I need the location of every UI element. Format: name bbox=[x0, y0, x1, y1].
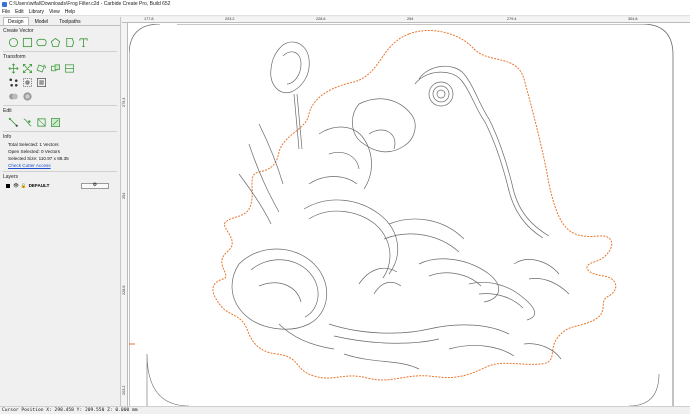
window-title: C:\Users\wifal\Downloads\Frog Filter.c2d… bbox=[9, 1, 171, 7]
design-canvas[interactable] bbox=[129, 24, 690, 406]
check-cutter-access-link[interactable]: Check Cutter Access bbox=[0, 162, 120, 169]
menu-edit[interactable]: Edit bbox=[15, 9, 24, 15]
move-tool-icon[interactable] bbox=[7, 62, 19, 74]
ruler-tick: 177.8 bbox=[144, 17, 154, 21]
trim-tool-icon[interactable] bbox=[21, 116, 33, 128]
status-bar: Cursor Position X: 298.458 Y: 209.550 Z:… bbox=[0, 406, 690, 414]
ruler-left: 279.4 254 228.6 203.2 bbox=[122, 23, 128, 406]
divider bbox=[3, 171, 117, 172]
layer-settings-button[interactable]: ⚙ bbox=[81, 182, 109, 189]
tab-design[interactable]: Design bbox=[3, 17, 29, 25]
panel-tabs: Design Model Toolpaths bbox=[0, 17, 120, 26]
layer-color-swatch[interactable] bbox=[6, 183, 10, 188]
ruler-top: 177.8 203.2 228.6 254 279.4 304.8 bbox=[122, 17, 690, 23]
ruler-tick: 228.6 bbox=[316, 17, 326, 21]
polyline-tool-icon[interactable] bbox=[63, 36, 75, 48]
menu-file[interactable]: File bbox=[2, 9, 10, 15]
layer-row-default[interactable]: 👁 🔒 DEFAULT ⚙ bbox=[0, 181, 120, 190]
design-workspace[interactable]: 177.8 203.2 228.6 254 279.4 304.8 279.4 … bbox=[122, 17, 690, 406]
lock-icon[interactable]: 🔒 bbox=[21, 183, 27, 189]
ruler-tick: 228.6 bbox=[122, 285, 126, 295]
menu-bar: File Edit Library View Help bbox=[0, 8, 690, 16]
align-tool-icon[interactable] bbox=[63, 62, 75, 74]
polygon-tool-icon[interactable] bbox=[49, 36, 61, 48]
mirror-tool-icon[interactable] bbox=[49, 62, 61, 74]
tab-model[interactable]: Model bbox=[30, 17, 54, 25]
info-selected-size: Selected Size: 110.97 x 88.35 bbox=[8, 156, 69, 161]
stock-boundary bbox=[129, 24, 674, 406]
title-bar: C:\Users\wifal\Downloads\Frog Filter.c2d… bbox=[0, 0, 690, 8]
section-edit: Edit bbox=[3, 108, 12, 114]
scale-tool-icon[interactable] bbox=[21, 62, 33, 74]
text-tool-icon[interactable] bbox=[77, 36, 89, 48]
divider bbox=[3, 51, 117, 52]
selected-outline-vector[interactable] bbox=[212, 30, 617, 381]
divider bbox=[3, 105, 117, 106]
ellipse-tool-icon[interactable] bbox=[35, 36, 47, 48]
menu-view[interactable]: View bbox=[49, 9, 60, 15]
app-icon bbox=[2, 1, 7, 7]
eye-icon[interactable]: 👁 bbox=[13, 183, 19, 189]
stock-boundary-bottom bbox=[146, 353, 660, 406]
fillet-tool-icon[interactable] bbox=[49, 116, 61, 128]
group-tool-icon[interactable] bbox=[21, 76, 33, 88]
cursor-position: Cursor Position X: 298.458 Y: 209.550 Z:… bbox=[2, 408, 138, 413]
ruler-tick: 279.4 bbox=[122, 97, 126, 107]
section-info: Info bbox=[3, 134, 12, 140]
edit-tools bbox=[0, 115, 120, 129]
rectangle-tool-icon[interactable] bbox=[21, 36, 33, 48]
rotate-tool-icon[interactable] bbox=[35, 62, 47, 74]
section-transform: Transform bbox=[3, 54, 26, 60]
tab-toolpaths[interactable]: Toolpaths bbox=[54, 17, 85, 25]
ungroup-tool-icon[interactable] bbox=[35, 76, 47, 88]
offset-tool-icon[interactable] bbox=[21, 90, 33, 102]
circle-tool-icon[interactable] bbox=[7, 36, 19, 48]
ruler-tick: 304.8 bbox=[628, 17, 638, 21]
divider bbox=[3, 131, 117, 132]
frog-vector-art[interactable] bbox=[231, 41, 570, 370]
section-layers: Layers bbox=[3, 174, 19, 180]
info-total-selected: Total Selected: 1 Vectors bbox=[8, 142, 59, 147]
ruler-tick: 254 bbox=[407, 17, 414, 21]
join-tool-icon[interactable] bbox=[35, 116, 47, 128]
menu-library[interactable]: Library bbox=[29, 9, 44, 15]
transform-tools-row-1 bbox=[0, 61, 120, 75]
menu-help[interactable]: Help bbox=[65, 9, 75, 15]
transform-tools-row-2 bbox=[0, 75, 120, 89]
gear-icon: ⚙ bbox=[92, 182, 98, 188]
ruler-tick: 203.2 bbox=[122, 385, 126, 395]
app-window: C:\Users\wifal\Downloads\Frog Filter.c2d… bbox=[0, 0, 690, 414]
ruler-tick: 254 bbox=[122, 192, 126, 199]
weld-tool-icon[interactable] bbox=[7, 90, 19, 102]
ruler-tick: 279.4 bbox=[507, 17, 517, 21]
ruler-tick: 203.2 bbox=[225, 17, 235, 21]
nodes-tool-icon[interactable] bbox=[7, 76, 19, 88]
transform-tools-row-3 bbox=[0, 89, 120, 103]
section-create-vector: Create Vector bbox=[3, 28, 34, 34]
node-edit-tool-icon[interactable] bbox=[7, 116, 19, 128]
info-open-selected: Open Selected: 0 Vectors bbox=[8, 149, 61, 154]
create-vector-tools bbox=[0, 35, 120, 49]
left-panel: Design Model Toolpaths Create Vector Tra… bbox=[0, 17, 121, 406]
layer-name: DEFAULT bbox=[28, 183, 50, 188]
